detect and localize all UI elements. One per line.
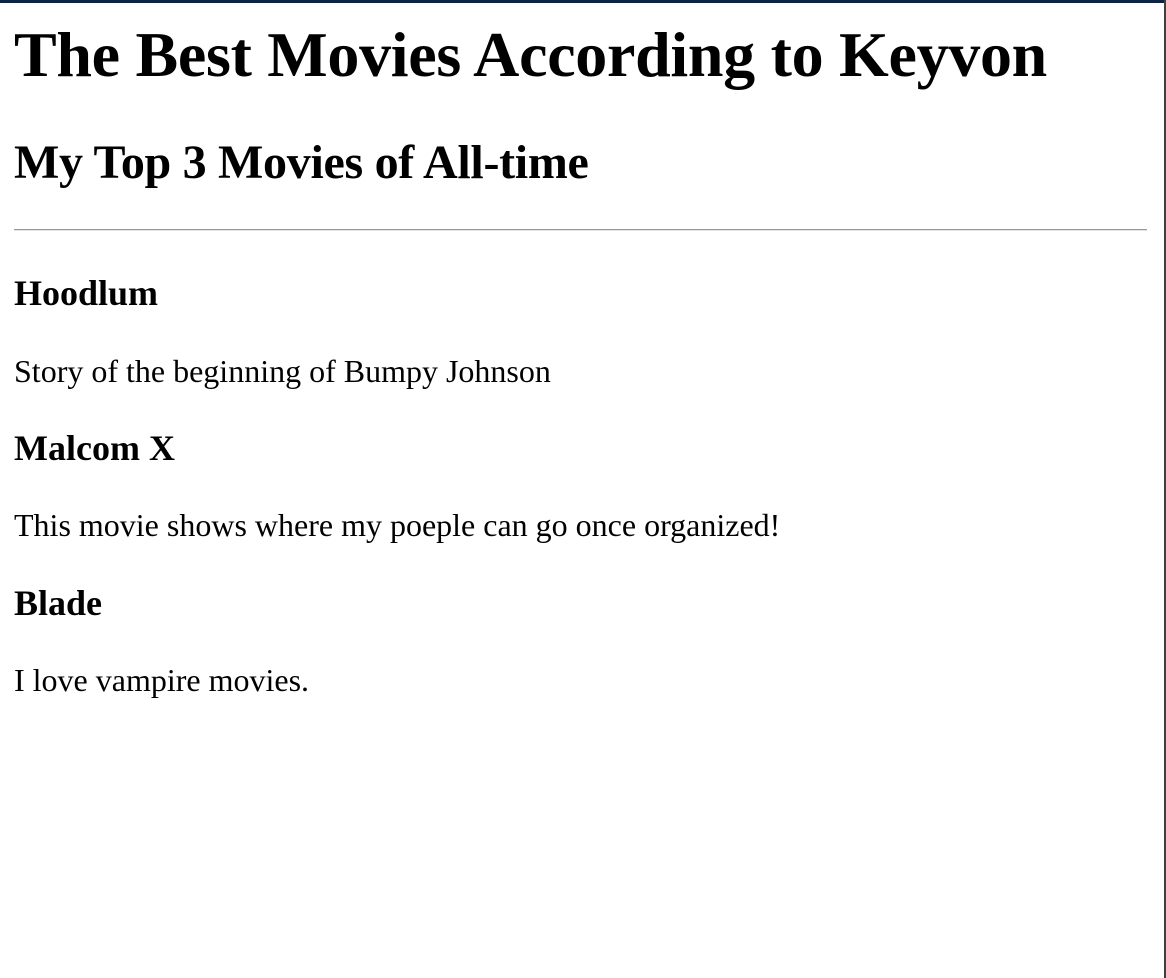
window-top-border bbox=[0, 0, 1166, 3]
movie-title-malcom-x: Malcom X bbox=[14, 428, 175, 468]
movie-description-blade: I love vampire movies. bbox=[14, 662, 310, 698]
movie-description-malcom-x: This movie shows where my poeple can go … bbox=[14, 507, 781, 543]
movie-title-hoodlum: Hoodlum bbox=[14, 273, 159, 313]
movie-title-blade: Blade bbox=[14, 583, 103, 623]
page-subtitle: My Top 3 Movies of All-time bbox=[14, 136, 589, 189]
movie-description-hoodlum: Story of the beginning of Bumpy Johnson bbox=[14, 353, 551, 389]
page-title: The Best Movies According to Keyvon bbox=[14, 19, 1047, 90]
horizontal-rule bbox=[14, 229, 1147, 231]
